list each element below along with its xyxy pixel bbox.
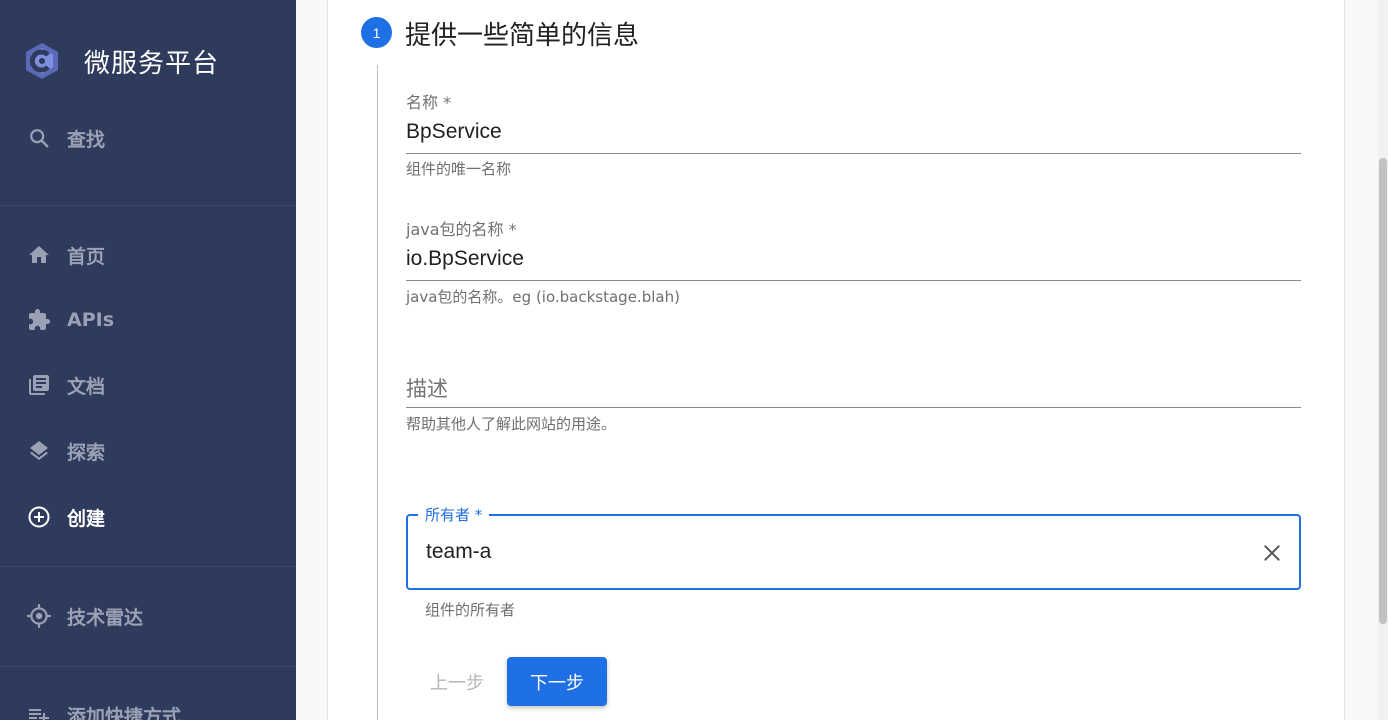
sidebar-search-label: 查找 <box>67 128 106 151</box>
name-field-help: 组件的唯一名称 <box>406 160 512 178</box>
sidebar-item-label: 添加快捷方式 <box>67 705 182 720</box>
sidebar-item-home[interactable]: 首页 <box>26 240 105 270</box>
name-input-underline <box>406 153 1301 154</box>
owner-field-label: 所有者 * <box>418 504 490 525</box>
sidebar-item-label: 技术雷达 <box>67 606 144 629</box>
sidebar-search[interactable]: 查找 <box>26 123 105 153</box>
layers-icon <box>26 438 52 464</box>
owner-input[interactable]: team-a <box>426 540 491 564</box>
sidebar-item-apis[interactable]: APIs <box>26 305 114 335</box>
java-package-input-underline <box>406 280 1301 281</box>
sidebar: 微服务平台 查找 首页 APIs 文档 探索 创建 技术雷达 添加快捷方式 <box>0 0 296 720</box>
name-field-label: 名称 * <box>406 93 452 112</box>
owner-field-help: 组件的所有者 <box>425 601 516 619</box>
sidebar-item-add-shortcut[interactable]: 添加快捷方式 <box>26 700 181 720</box>
step-number-badge: 1 <box>361 17 392 48</box>
sidebar-item-label: 文档 <box>67 375 106 398</box>
name-input[interactable]: BpService <box>406 120 502 144</box>
sidebar-divider <box>0 205 296 206</box>
sidebar-item-create[interactable]: 创建 <box>26 502 105 532</box>
next-button[interactable]: 下一步 <box>507 657 607 706</box>
brand[interactable]: 微服务平台 <box>22 38 219 84</box>
sidebar-item-tech-radar[interactable]: 技术雷达 <box>26 601 143 631</box>
sidebar-item-label: 探索 <box>67 441 106 464</box>
owner-autocomplete[interactable] <box>406 514 1301 590</box>
description-input-underline <box>406 407 1301 408</box>
sidebar-divider <box>0 666 296 667</box>
backstage-logo-icon <box>26 43 58 79</box>
puzzle-icon <box>26 307 52 333</box>
search-icon <box>26 125 52 151</box>
sidebar-item-label: 首页 <box>67 245 106 268</box>
sidebar-divider <box>0 566 296 567</box>
radar-icon <box>26 603 52 629</box>
java-package-field-label: java包的名称 * <box>406 220 517 239</box>
library-books-icon <box>26 372 52 398</box>
back-button[interactable]: 上一步 <box>420 660 494 704</box>
playlist-add-icon <box>26 702 52 720</box>
clear-owner-button[interactable] <box>1258 539 1286 567</box>
scrollbar-thumb[interactable] <box>1379 158 1387 624</box>
sidebar-item-label: APIs <box>67 309 115 331</box>
description-field-help: 帮助其他人了解此网站的用途。 <box>406 415 617 433</box>
add-circle-icon <box>26 504 52 530</box>
brand-name: 微服务平台 <box>84 48 220 79</box>
java-package-input[interactable]: io.BpService <box>406 247 524 271</box>
step-connector-line <box>377 65 378 720</box>
sidebar-item-docs[interactable]: 文档 <box>26 370 105 400</box>
home-icon <box>26 242 52 268</box>
sidebar-item-explore[interactable]: 探索 <box>26 436 105 466</box>
java-package-field-help: java包的名称。eg (io.backstage.blah) <box>406 288 680 306</box>
close-icon <box>1264 545 1280 561</box>
description-input[interactable]: 描述 <box>406 373 448 403</box>
step-title: 提供一些简单的信息 <box>405 21 640 51</box>
sidebar-item-label: 创建 <box>67 507 106 530</box>
